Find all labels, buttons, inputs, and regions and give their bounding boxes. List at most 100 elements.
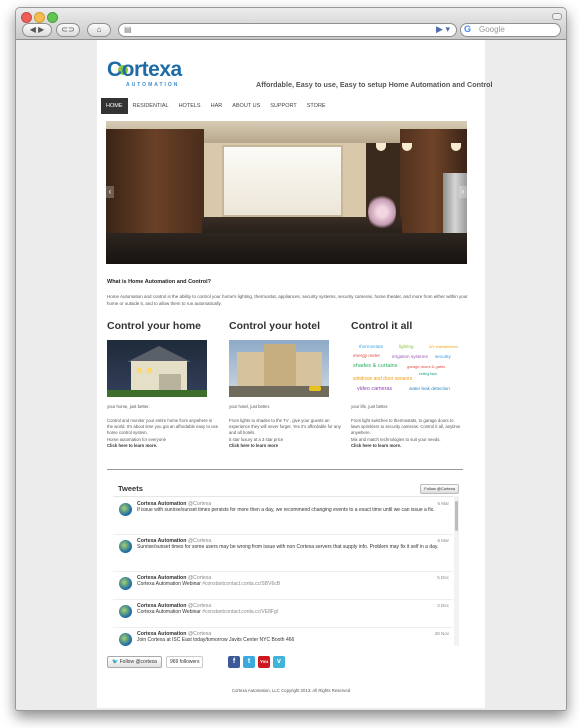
nav-item-support[interactable]: SUPPORT [265, 98, 302, 114]
nav-item-home[interactable]: HOME [101, 98, 128, 114]
tweet[interactable]: Cortexa Automation @Cortexa 5 Dec Cortex… [113, 571, 453, 600]
minimize-window-button[interactable] [34, 12, 45, 23]
cloud-word: thermostats [359, 344, 383, 349]
cortexa-logo[interactable]: Cortexa AUTOMATION [107, 58, 187, 88]
feature-word-cloud[interactable]: thermostats lighting A/V entertainment e… [351, 340, 458, 397]
nav-item-store[interactable]: STORE [302, 98, 331, 114]
learn-more-link[interactable]: Click here to learn more. [107, 443, 157, 448]
feature-all: Control it all thermostats lighting A/V … [351, 320, 461, 448]
follow-button-label: Follow @cortexa [119, 659, 157, 665]
feature-hotel: Control your hotel your hotel, just bett… [229, 320, 341, 448]
main-nav: HOME RESIDENTIAL HOTELS HAR ABOUT US SUP… [101, 98, 331, 114]
copyright-text: Cortexa Automation, LLC Copyright 2013. … [231, 688, 351, 693]
tweet[interactable]: Cortexa Automation @Cortexa 6 Mar Sunris… [113, 534, 453, 572]
cloud-word: irrigation systems [392, 354, 428, 359]
tweet-date[interactable]: 5 Dec [437, 575, 449, 580]
twitter-icon[interactable]: t [243, 656, 255, 668]
house-window-light [147, 368, 152, 373]
zoom-window-button[interactable] [47, 12, 58, 23]
learn-more-link[interactable]: Click here to learn more [229, 443, 278, 448]
facebook-icon[interactable]: f [228, 656, 240, 668]
house-illustration[interactable] [107, 340, 207, 397]
home-icon[interactable]: ⌂ [87, 23, 111, 37]
tweet-date[interactable]: 28 Nov [435, 631, 449, 636]
slide-next-icon[interactable]: › [459, 186, 467, 198]
cloud-word: A/V entertainment [429, 345, 458, 349]
tweet-date[interactable]: 6 Mar [437, 538, 449, 543]
kitchen-window [222, 145, 343, 217]
youtube-icon[interactable]: You [258, 656, 270, 668]
feature-title: Control your home [107, 320, 201, 332]
browser-window: ◀ ▶ ⊂⊃ ⌂ ▤ ▶ ▾ G Google Cortexa AUTOMATI… [15, 7, 567, 711]
nav-item-har[interactable]: HAR [206, 98, 228, 114]
twitter-timeline: Tweets Follow @Cortexa Cortexa Automatio… [113, 482, 461, 646]
back-forward-icon[interactable]: ◀ ▶ [22, 23, 52, 37]
cloud-word: lighting [399, 344, 414, 349]
logo-wordmark: Cortexa [107, 58, 182, 81]
vimeo-icon[interactable]: v [273, 656, 285, 668]
search-field[interactable]: G Google [460, 23, 561, 37]
tweet[interactable]: Cortexa Automation @Cortexa 3 Dec Cortex… [113, 599, 453, 628]
timeline-header: Tweets Follow @Cortexa [113, 482, 461, 496]
tweet-body: Cortexa Automation Webinar [137, 609, 201, 615]
close-window-button[interactable] [21, 12, 32, 23]
taxi [309, 386, 321, 391]
kitchen-counter [106, 233, 467, 264]
hotel-photo[interactable] [229, 340, 329, 397]
cloud-word: energy meter [353, 353, 381, 358]
avatar[interactable] [119, 577, 132, 590]
avatar[interactable] [119, 605, 132, 618]
cloud-word: security [435, 354, 451, 359]
site-tagline: Affordable, Easy to use, Easy to setup H… [256, 80, 493, 89]
avatar[interactable] [119, 503, 132, 516]
avatar[interactable] [119, 633, 132, 646]
feature-body: From light switches to thermostats, to g… [351, 418, 463, 449]
timeline-scrollbar[interactable] [454, 496, 459, 646]
hotel-entrance [264, 344, 296, 386]
pendant-lamp [376, 143, 386, 151]
section-divider [107, 469, 463, 470]
tweet-text: Cortexa Automation Webinar #constantcont… [137, 581, 447, 587]
timeline-follow-button[interactable]: Follow @Cortexa [420, 484, 459, 494]
toolbar-toggle-button[interactable] [552, 13, 562, 20]
house-lawn [107, 390, 207, 397]
house-roof [127, 346, 191, 362]
feature-caption: your hotel, just better. [229, 404, 271, 409]
twitter-follow-button[interactable]: 🐦 Follow @cortexa [107, 656, 162, 668]
scrollbar-thumb[interactable] [455, 501, 458, 531]
reader-icon[interactable]: ⊂⊃ [56, 23, 80, 37]
feature-extra: Mix and match technologies to suit your … [351, 436, 441, 442]
cloud-word: shades & curtains [353, 363, 398, 369]
browser-toolbar: ◀ ▶ ⊂⊃ ⌂ ▤ ▶ ▾ G Google [16, 8, 566, 40]
flower-vase [368, 193, 396, 231]
address-bar[interactable]: ▤ ▶ ▾ [118, 23, 457, 37]
feature-description: Control and monitor your entire home fro… [107, 418, 219, 436]
logo-subtitle: AUTOMATION [126, 82, 180, 88]
tweet-link[interactable]: #constantcontact.conta.cc/VE8Fgl [202, 609, 278, 615]
timeline-title: Tweets [118, 484, 143, 493]
avatar[interactable] [119, 540, 132, 553]
tweet-date[interactable]: 6 Mar [437, 501, 449, 506]
twitter-bird-icon: 🐦 [112, 659, 119, 665]
tweet-date[interactable]: 3 Dec [437, 603, 449, 608]
tweet[interactable]: Cortexa Automation @Cortexa 6 Mar If iss… [113, 497, 453, 535]
page-icon: ▤ [124, 25, 132, 34]
nav-item-about-us[interactable]: ABOUT US [227, 98, 265, 114]
tweet[interactable]: Cortexa Automation @Cortexa 28 Nov Join … [113, 627, 453, 647]
nav-item-residential[interactable]: RESIDENTIAL [128, 98, 174, 114]
web-page: Cortexa AUTOMATION Affordable, Easy to u… [97, 40, 493, 708]
reload-icon[interactable]: ▶ ▾ [436, 24, 450, 35]
feature-title: Control it all [351, 320, 413, 332]
slide-prev-icon[interactable]: ‹ [106, 186, 114, 198]
feature-caption: your home, just better. [107, 404, 150, 409]
cloud-word: garage doors & gates [407, 364, 446, 369]
about-text: Home Automation and control is the abili… [107, 294, 468, 306]
feature-home: Control your home your home, just better… [107, 320, 218, 448]
feature-extra: Home automation for everyone [107, 436, 166, 442]
cloud-word: video cameras [357, 386, 393, 392]
tweet-link[interactable]: #constantcontact.conta.cc/SBV6cB [202, 581, 280, 587]
nav-item-hotels[interactable]: HOTELS [174, 98, 206, 114]
learn-more-link[interactable]: Click here to learn more. [351, 443, 401, 448]
feature-body: From lights to shades to the TV , give y… [229, 418, 341, 449]
tweet-list[interactable]: Cortexa Automation @Cortexa 6 Mar If iss… [113, 496, 453, 647]
